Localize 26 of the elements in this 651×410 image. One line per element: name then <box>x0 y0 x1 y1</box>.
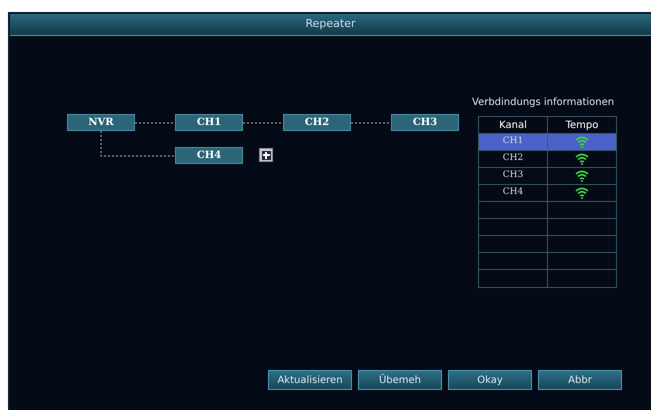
table-row[interactable]: CH1 <box>479 134 616 151</box>
dialog-button[interactable]: Übemeh <box>358 370 442 390</box>
channel-node[interactable]: CH3 <box>391 114 459 131</box>
table-cell-text: CH1 <box>502 135 524 148</box>
table-cell-text: CH4 <box>502 186 524 200</box>
table-row[interactable]: CH4 <box>479 185 616 202</box>
table-row[interactable]: CH3 <box>479 168 616 185</box>
channel-node[interactable]: CH4 <box>175 147 243 164</box>
signal-icon <box>575 170 589 182</box>
section-title: Verbdindungs informationen <box>472 96 616 110</box>
signal-icon <box>575 187 589 199</box>
table-cell-text: CH2 <box>502 152 524 166</box>
window-title: Repeater <box>10 14 651 36</box>
add-icon[interactable] <box>259 148 273 162</box>
channel-node[interactable]: CH2 <box>283 114 351 131</box>
dialog-button[interactable]: Abbr <box>538 370 622 390</box>
dialog-button[interactable]: Aktualisieren <box>268 370 352 390</box>
column-header: Tempo <box>564 118 600 132</box>
signal-icon <box>575 136 589 148</box>
channel-node[interactable]: CH1 <box>175 114 243 131</box>
signal-icon <box>575 153 589 165</box>
channel-node[interactable]: NVR <box>67 114 135 131</box>
column-header: Kanal <box>479 117 548 133</box>
dialog-button[interactable]: Okay <box>448 370 532 390</box>
table-cell-text: CH3 <box>502 169 524 182</box>
table-row[interactable]: CH2 <box>479 151 616 168</box>
